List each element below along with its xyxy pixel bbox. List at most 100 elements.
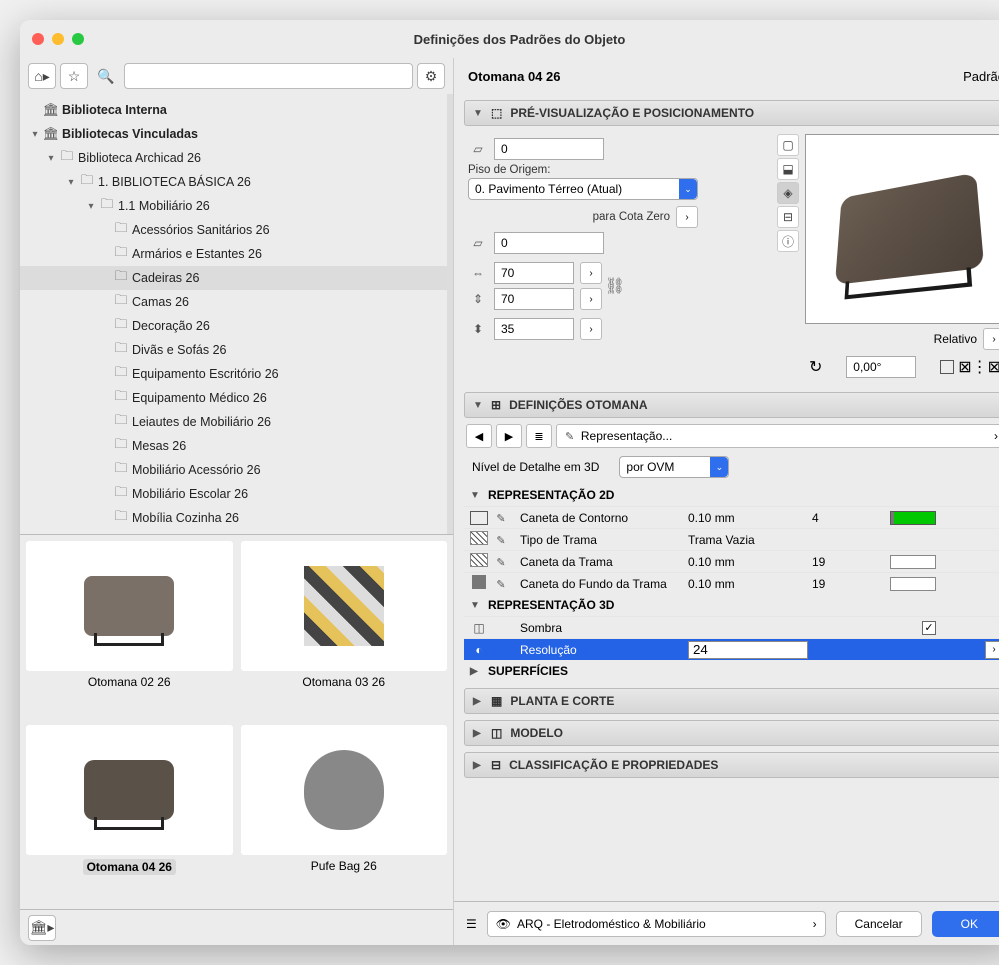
color-swatch[interactable] xyxy=(890,511,936,525)
object-mode: Padrão xyxy=(963,69,999,84)
close-icon[interactable] xyxy=(32,33,44,45)
nav-list-button[interactable]: ≣ xyxy=(526,424,552,448)
lod-select[interactable]: por OVM⌄ xyxy=(619,456,729,478)
section-modelo[interactable]: ▶◫ MODELO xyxy=(464,720,999,746)
color-swatch[interactable] xyxy=(890,555,936,569)
section-class[interactable]: ▶⊟ CLASSIFICAÇÃO E PROPRIEDADES xyxy=(464,752,999,778)
cota-chevron[interactable]: › xyxy=(676,206,698,228)
section-planta[interactable]: ▶▦ PLANTA E CORTE xyxy=(464,688,999,714)
cube-icon: ⬚ xyxy=(491,106,502,120)
dimx-icon: ⇔ xyxy=(468,266,488,280)
search-icon[interactable]: 🔍 xyxy=(92,63,120,89)
resolution-input[interactable] xyxy=(688,641,808,659)
dimz-chevron[interactable]: › xyxy=(580,318,602,340)
cancel-button[interactable]: Cancelar xyxy=(836,911,922,937)
param-row[interactable]: Caneta do Fundo da Trama 0.10 mm 19 xyxy=(464,572,999,594)
preview-section-button[interactable]: ⊟ xyxy=(777,206,799,228)
param-row-resolution[interactable]: ◐ Resolução › xyxy=(464,638,999,660)
tree-basic-lib[interactable]: ▾🗀1. BIBLIOTECA BÁSICA 26 xyxy=(20,170,447,194)
nav-next-button[interactable]: ▶ xyxy=(496,424,522,448)
library-toolbar: ⌂▸ ☆ 🔍 ⚙ xyxy=(20,58,453,94)
search-input[interactable] xyxy=(124,63,413,89)
param-row-shadow[interactable]: ◫ Sombra ✓ xyxy=(464,616,999,638)
nav-prev-button[interactable]: ◀ xyxy=(466,424,492,448)
dimz-input[interactable] xyxy=(494,318,574,340)
tree-furniture[interactable]: ▾🗀1.1 Mobiliário 26 xyxy=(20,194,447,218)
ok-button[interactable]: OK xyxy=(932,911,999,937)
layer-select[interactable]: 👁ARQ - Eletrodoméstico & Mobiliário › xyxy=(487,911,826,937)
ground-elev-input[interactable] xyxy=(494,232,604,254)
param-row[interactable]: Tipo de Trama Trama Vazia xyxy=(464,528,999,550)
pen-icon xyxy=(565,429,574,443)
angle-input[interactable] xyxy=(846,356,916,378)
shadow-checkbox[interactable]: ✓ xyxy=(922,621,936,635)
section-defs[interactable]: ▼⊞ DEFINIÇÕES OTOMANA xyxy=(464,392,999,418)
tree-item[interactable]: 🗀Acessórios Sanitários 26 xyxy=(20,218,447,242)
tree-item[interactable]: 🗀Equipamento Médico 26 xyxy=(20,386,447,410)
elevation-input[interactable] xyxy=(494,138,604,160)
library-tree[interactable]: 🏛Biblioteca Interna ▾🏛Bibliotecas Vincul… xyxy=(20,94,453,534)
thumbnail-item[interactable]: Pufe Bag 26 xyxy=(241,725,448,903)
tree-item[interactable]: 🗀Equipamento Escritório 26 xyxy=(20,362,447,386)
tag-icon: ⊟ xyxy=(491,758,501,772)
section-preview[interactable]: ▼⬚ PRÉ-VISUALIZAÇÃO E POSICIONAMENTO xyxy=(464,100,999,126)
thumbnail-item-selected[interactable]: Otomana 04 26 xyxy=(26,725,233,903)
story-select[interactable]: 0. Pavimento Térreo (Atual) ⌄ xyxy=(468,178,698,200)
param-row[interactable]: Caneta da Trama 0.10 mm 19 xyxy=(464,550,999,572)
thumbnail-item[interactable]: Otomana 02 26 xyxy=(26,541,233,717)
object-name: Otomana 04 26 xyxy=(468,69,561,84)
favorites-button[interactable]: ☆ xyxy=(60,63,88,89)
link-icon[interactable]: ⛓ xyxy=(606,266,624,306)
window-title: Definições dos Padrões do Objeto xyxy=(20,32,999,47)
group-surfaces[interactable]: ▶SUPERFÍCIES xyxy=(464,660,999,682)
settings-panel: Otomana 04 26 Padrão ▼⬚ PRÉ-VISUALIZAÇÃO… xyxy=(454,58,999,945)
library-view-button[interactable]: ⌂▸ xyxy=(28,63,56,89)
color-swatch[interactable] xyxy=(890,577,936,591)
plan-icon: ▦ xyxy=(491,694,502,708)
representation-select[interactable]: Representação... › xyxy=(556,424,999,448)
settings-button[interactable]: ⚙ xyxy=(417,63,445,89)
parameter-table: ▼REPRESENTAÇÃO 2D Caneta de Contorno 0.1… xyxy=(464,484,999,682)
mirror-checkbox[interactable] xyxy=(940,360,954,374)
resolution-chevron[interactable]: › xyxy=(985,641,999,659)
pen-icon xyxy=(492,555,510,569)
ground-icon: ▱ xyxy=(468,236,488,250)
library-manager-button[interactable]: 🏛▸ xyxy=(28,915,56,941)
dimx-input[interactable] xyxy=(494,262,574,284)
group-2d[interactable]: ▼REPRESENTAÇÃO 2D xyxy=(464,484,999,506)
tree-item[interactable]: 🗀Divãs e Sofás 26 xyxy=(20,338,447,362)
tree-item[interactable]: 🗀Camas 26 xyxy=(20,290,447,314)
dimx-chevron[interactable]: › xyxy=(580,262,602,284)
tree-item[interactable]: 🗀Leiautes de Mobiliário 26 xyxy=(20,410,447,434)
preview-info-button[interactable]: ⓘ xyxy=(777,230,799,252)
preview-mode-buttons: ▢ ⬓ ◈ ⊟ ⓘ xyxy=(777,134,799,378)
param-row[interactable]: Caneta de Contorno 0.10 mm 4 xyxy=(464,506,999,528)
preview-3d-button[interactable]: ◈ xyxy=(777,182,799,204)
tree-item-selected[interactable]: 🗀Cadeiras 26 xyxy=(20,266,447,290)
zoom-icon[interactable] xyxy=(72,33,84,45)
thumbnail-grid: Otomana 02 26 Otomana 03 26 Otomana 04 2… xyxy=(20,534,453,909)
sphere-icon: ◐ xyxy=(470,643,488,657)
object-header: Otomana 04 26 Padrão xyxy=(454,58,999,94)
dimy-input[interactable] xyxy=(494,288,574,310)
square-icon xyxy=(470,511,488,525)
tree-item[interactable]: 🗀Mobiliário Escolar 26 xyxy=(20,482,447,506)
tree-item[interactable]: 🗀Mobiliário Acessório 26 xyxy=(20,458,447,482)
group-3d[interactable]: ▼REPRESENTAÇÃO 3D xyxy=(464,594,999,616)
dimy-chevron[interactable]: › xyxy=(580,288,602,310)
tree-item[interactable]: 🗀Decoração 26 xyxy=(20,314,447,338)
fill-icon xyxy=(472,575,486,589)
lod-label: Nível de Detalhe em 3D xyxy=(472,460,599,474)
tree-archicad-lib[interactable]: ▾🗀Biblioteca Archicad 26 xyxy=(20,146,447,170)
tree-internal-lib[interactable]: 🏛Biblioteca Interna xyxy=(20,98,447,122)
relative-chevron[interactable]: › xyxy=(983,328,999,350)
tree-item[interactable]: 🗀Armários e Estantes 26 xyxy=(20,242,447,266)
preview-2d-button[interactable]: ▢ xyxy=(777,134,799,156)
preview-elev-button[interactable]: ⬓ xyxy=(777,158,799,180)
tree-linked-libs[interactable]: ▾🏛Bibliotecas Vinculadas xyxy=(20,122,447,146)
tree-item[interactable]: 🗀Mobília Cozinha 26 xyxy=(20,506,447,530)
thumbnail-item[interactable]: Otomana 03 26 xyxy=(241,541,448,717)
minimize-icon[interactable] xyxy=(52,33,64,45)
tree-item[interactable]: 🗀Mesas 26 xyxy=(20,434,447,458)
layers-icon: ☰ xyxy=(466,917,477,931)
